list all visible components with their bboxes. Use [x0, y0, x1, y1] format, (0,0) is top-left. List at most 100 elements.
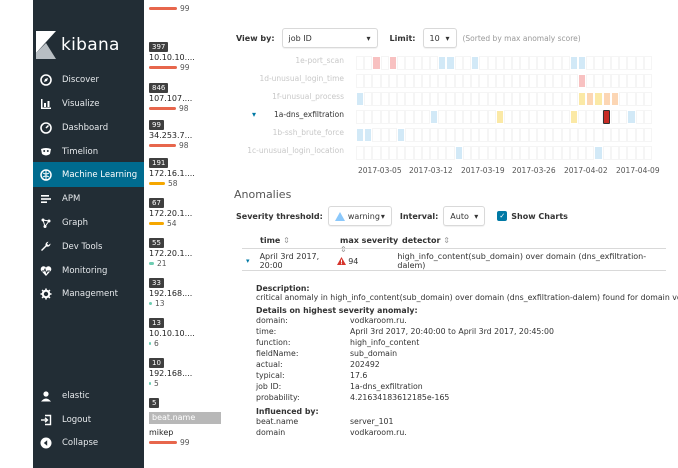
swimlane-cell[interactable]: [421, 110, 430, 124]
swimlane-cell[interactable]: [372, 110, 381, 124]
swimlane-cell[interactable]: [413, 146, 422, 160]
swimlane-cell[interactable]: [512, 56, 521, 70]
swimlane-cell[interactable]: [380, 146, 389, 160]
swimlane-cell[interactable]: [569, 128, 578, 142]
swimlane-cell[interactable]: [471, 128, 480, 142]
swimlane-cell[interactable]: [602, 110, 610, 124]
swimlane-cell[interactable]: [462, 110, 472, 124]
swimlane-cell[interactable]: [356, 128, 365, 142]
swimlane-cell[interactable]: [495, 128, 504, 142]
swimlane-cell[interactable]: [356, 146, 365, 160]
swimlane-cell[interactable]: [610, 128, 620, 142]
swimlane-cell[interactable]: [438, 110, 447, 124]
influencer-item[interactable]: 397 10.10.10.... 99: [149, 42, 221, 72]
swimlane-cell[interactable]: [397, 56, 406, 70]
swimlane-cell[interactable]: [364, 146, 373, 160]
swimlane-cell[interactable]: [643, 110, 652, 124]
swimlane-cell[interactable]: [471, 92, 480, 106]
swimlane-cell[interactable]: [520, 92, 529, 106]
nav-item-dev-tools[interactable]: Dev Tools: [33, 235, 144, 259]
swimlane-cell[interactable]: [578, 110, 587, 124]
influencer-item[interactable]: 33 192.168.... 13: [149, 278, 221, 308]
swimlane-cell[interactable]: [610, 146, 620, 160]
swimlane-cell[interactable]: [462, 56, 472, 70]
swimlane-cell[interactable]: [536, 146, 546, 160]
influencer-item[interactable]: 13 10.10.10.... 6: [149, 318, 221, 348]
swimlane-cell[interactable]: [635, 56, 644, 70]
lane-label[interactable]: 1d-unusual_login_time: [222, 74, 344, 83]
swimlane-cell[interactable]: [372, 146, 381, 160]
swimlane-cell[interactable]: [454, 110, 463, 124]
swimlane-cell[interactable]: [504, 128, 513, 142]
swimlane-cell[interactable]: [430, 110, 439, 124]
swimlane-cell[interactable]: [413, 110, 422, 124]
swimlane-cell[interactable]: [545, 74, 554, 88]
swimlane-cell[interactable]: [553, 92, 562, 106]
swimlane-cell[interactable]: [528, 146, 537, 160]
swimlane-cell[interactable]: [421, 146, 430, 160]
swimlane-cell[interactable]: [594, 110, 603, 124]
swimlane-cell[interactable]: [487, 110, 496, 124]
swimlane-cell[interactable]: [388, 56, 398, 70]
influencer-item[interactable]: mikep 99: [149, 427, 221, 447]
swimlane-cell[interactable]: [495, 146, 504, 160]
swimlane-cell[interactable]: [520, 56, 529, 70]
swimlane-cell[interactable]: [446, 110, 455, 124]
swimlane-cell[interactable]: [471, 146, 480, 160]
swimlane-cell[interactable]: [586, 128, 595, 142]
swimlane-cell[interactable]: [504, 110, 513, 124]
swimlane-cell[interactable]: [462, 146, 472, 160]
swimlane-cell[interactable]: [602, 92, 611, 106]
show-charts-checkbox[interactable]: ✓: [497, 211, 508, 221]
swimlane-cell[interactable]: [627, 128, 636, 142]
swimlane-cell[interactable]: [627, 92, 636, 106]
swimlane-cell[interactable]: [430, 56, 439, 70]
lane-expand-arrow-icon[interactable]: ▾: [252, 110, 256, 119]
swimlane-cell[interactable]: [471, 74, 480, 88]
swimlane-cell[interactable]: [421, 128, 430, 142]
swimlane-cell[interactable]: [619, 128, 628, 142]
swimlane-cell[interactable]: [479, 92, 488, 106]
influencer-item[interactable]: 55 172.20.1... 21: [149, 238, 221, 268]
swimlane-cell[interactable]: [512, 146, 521, 160]
lane-label[interactable]: 1b-ssh_brute_force: [222, 128, 344, 137]
swimlane-cell[interactable]: [430, 92, 439, 106]
swimlane-cell[interactable]: [594, 146, 603, 160]
swimlane-cell[interactable]: [421, 74, 430, 88]
view-by-select[interactable]: job ID ▾: [281, 28, 378, 48]
swimlane-cell[interactable]: [512, 92, 521, 106]
swimlane-cell[interactable]: [364, 92, 373, 106]
swimlane-cell[interactable]: [380, 128, 389, 142]
swimlane-cell[interactable]: [421, 56, 430, 70]
swimlane-cell[interactable]: [635, 92, 644, 106]
lane-label[interactable]: 1f-unusual_process: [222, 92, 344, 101]
swimlane-cell[interactable]: [627, 110, 636, 124]
swimlane-cell[interactable]: [635, 74, 644, 88]
nav-item-dashboard[interactable]: Dashboard: [33, 116, 144, 140]
swimlane-cell[interactable]: [635, 146, 644, 160]
swimlane-cell[interactable]: [561, 56, 570, 70]
swimlane-cell[interactable]: [356, 92, 365, 106]
swimlane-cell[interactable]: [619, 56, 628, 70]
swimlane-cell[interactable]: [372, 74, 381, 88]
swimlane-cell[interactable]: [619, 74, 628, 88]
swimlane-cell[interactable]: [536, 110, 546, 124]
swimlane-cell[interactable]: [487, 92, 496, 106]
swimlane-cell[interactable]: [388, 74, 398, 88]
swimlane-cell[interactable]: [536, 74, 546, 88]
swimlane-cell[interactable]: [635, 110, 644, 124]
swimlane-cell[interactable]: [495, 92, 504, 106]
lane-label[interactable]: 1a-dns_exfiltration: [222, 110, 344, 119]
swimlane-cell[interactable]: [561, 128, 570, 142]
swimlane-cell[interactable]: [405, 92, 414, 106]
swimlane-cell[interactable]: [619, 92, 628, 106]
swimlane-cell[interactable]: [454, 92, 463, 106]
swimlane-cell[interactable]: [635, 128, 644, 142]
swimlane-cell[interactable]: [536, 92, 546, 106]
swimlane-cell[interactable]: [504, 74, 513, 88]
swimlane-cell[interactable]: [569, 56, 578, 70]
swimlane-cell[interactable]: [380, 56, 389, 70]
swimlane-cell[interactable]: [388, 110, 398, 124]
nav-item-monitoring[interactable]: Monitoring: [33, 259, 144, 283]
kibana-brand[interactable]: kibana: [33, 28, 144, 64]
